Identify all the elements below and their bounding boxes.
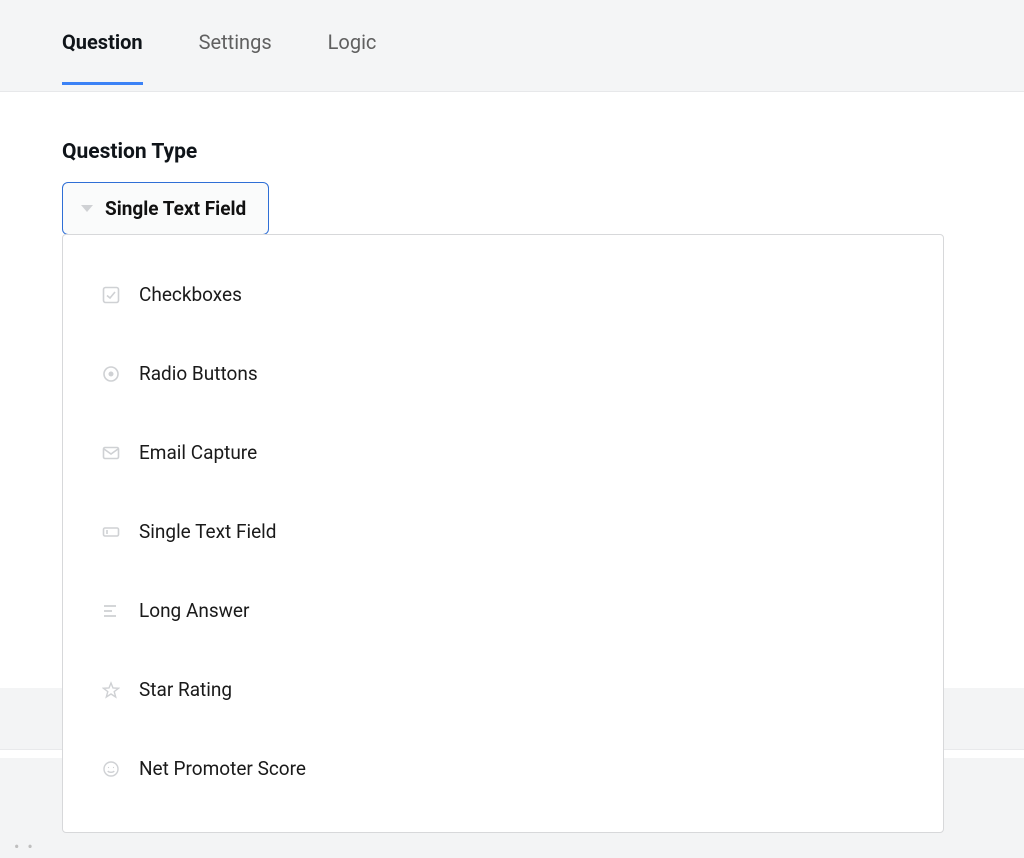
tab-settings[interactable]: Settings (199, 30, 272, 84)
option-label: Long Answer (139, 599, 249, 622)
option-checkboxes[interactable]: Checkboxes (63, 255, 943, 334)
smiley-icon (101, 759, 121, 779)
option-email-capture[interactable]: Email Capture (63, 413, 943, 492)
option-label: Star Rating (139, 678, 232, 701)
tab-label: Logic (328, 30, 377, 54)
tab-label: Question (62, 30, 143, 54)
option-label: Single Text Field (139, 520, 276, 543)
long-answer-icon (101, 601, 121, 621)
tabs-bar: Question Settings Logic (0, 0, 1024, 92)
question-type-dropdown-trigger[interactable]: Single Text Field (62, 182, 269, 235)
drag-handle-icon: • • (14, 837, 35, 856)
option-radio-buttons[interactable]: Radio Buttons (63, 334, 943, 413)
option-single-text-field[interactable]: Single Text Field (63, 492, 943, 571)
question-type-dropdown-panel: Checkboxes Radio Buttons Email Capture (62, 234, 944, 833)
dropdown-selected-label: Single Text Field (105, 197, 246, 220)
option-long-answer[interactable]: Long Answer (63, 571, 943, 650)
tab-logic[interactable]: Logic (328, 30, 377, 84)
textfield-icon (101, 522, 121, 542)
radio-icon (101, 364, 121, 384)
email-icon (101, 443, 121, 463)
tab-label: Settings (199, 30, 272, 54)
option-label: Email Capture (139, 441, 257, 464)
option-label: Radio Buttons (139, 362, 258, 385)
tab-question[interactable]: Question (62, 30, 143, 84)
option-label: Checkboxes (139, 283, 242, 306)
option-label: Net Promoter Score (139, 757, 306, 780)
option-star-rating[interactable]: Star Rating (63, 650, 943, 729)
caret-down-icon (81, 205, 93, 212)
checkbox-icon (101, 285, 121, 305)
section-title: Question Type (62, 140, 962, 164)
option-net-promoter-score[interactable]: Net Promoter Score (63, 729, 943, 808)
star-icon (101, 680, 121, 700)
